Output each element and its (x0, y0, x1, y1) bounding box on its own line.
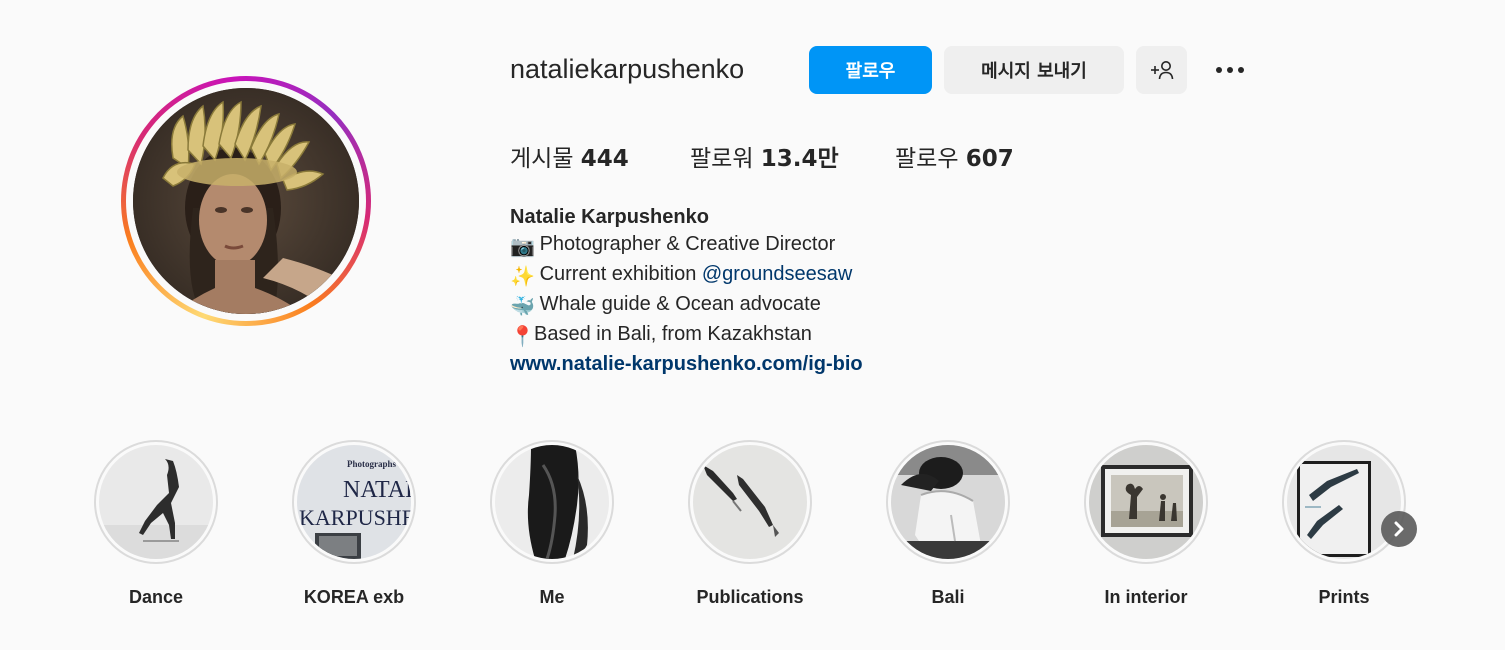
profile-username: nataliekarpushenko (510, 54, 745, 84)
follow-button[interactable]: 팔로우 (809, 46, 932, 94)
story-highlight[interactable]: Me (472, 440, 632, 608)
highlight-cover (891, 445, 1005, 559)
highlight-cover (99, 445, 213, 559)
profile-avatar (133, 88, 359, 314)
highlight-label: Prints (1318, 587, 1370, 607)
sparkles-icon: ✨ (510, 266, 535, 288)
highlight-label: Me (539, 587, 565, 607)
story-highlight[interactable]: Dance (76, 440, 236, 608)
highlights-next-button[interactable] (1381, 511, 1417, 547)
highlight-cover (1287, 445, 1401, 559)
whale-icon: 🐳 (510, 296, 535, 318)
bio-website-link[interactable]: www.natalie-karpushenko.com/ig-bio (510, 351, 863, 378)
highlight-label: Dance (128, 587, 184, 607)
bio-line: ✨ Current exhibition @groundseesaw (510, 261, 863, 291)
camera-icon: 📷 (510, 236, 535, 258)
bio-line: 🐳 Whale guide & Ocean advocate (510, 291, 863, 321)
following-count[interactable]: 팔로우 607 (895, 139, 1014, 173)
bio-line: 📍Based in Bali, from Kazakhstan (510, 321, 863, 351)
svg-text:NATALIE: NATALIE (343, 477, 411, 503)
bio-full-name: Natalie Karpushenko (510, 206, 709, 228)
add-user-icon (1150, 61, 1173, 80)
profile-avatar-story-ring[interactable] (121, 76, 371, 326)
story-highlight[interactable]: Publications (670, 440, 830, 608)
posts-count: 게시물 444 (510, 146, 629, 172)
highlight-label: In interior (1104, 587, 1188, 607)
highlight-label: KOREA exb (303, 587, 405, 607)
suggested-accounts-button[interactable] (1136, 46, 1187, 94)
story-highlight[interactable]: Photographs by NATALIE KARPUSHEN KOREA e… (274, 440, 434, 608)
bio-mention-link[interactable]: @groundseesaw (702, 263, 852, 285)
story-highlight[interactable]: In interior (1066, 440, 1226, 608)
bio-line: 📷 Photographer & Creative Director (510, 231, 863, 261)
highlight-label: Publications (696, 587, 804, 607)
pin-icon: 📍 (510, 326, 535, 348)
highlight-cover (693, 445, 807, 559)
profile-bio: Natalie Karpushenko 📷 Photographer & Cre… (510, 204, 863, 378)
story-highlight[interactable]: Bali (868, 440, 1028, 608)
svg-text:KARPUSHEN: KARPUSHEN (299, 505, 411, 530)
highlight-cover: Photographs by NATALIE KARPUSHEN (297, 445, 411, 559)
chevron-right-icon (1394, 521, 1404, 537)
send-message-button[interactable]: 메시지 보내기 (944, 46, 1124, 94)
profile-page: nataliekarpushenko 팔로우 메시지 보내기 게시물 444 팔… (0, 0, 1505, 650)
highlight-label: Bali (931, 587, 965, 607)
svg-text:Photographs by: Photographs by (347, 459, 408, 469)
followers-count[interactable]: 팔로워 13.4만 (690, 139, 839, 173)
highlight-cover (495, 445, 609, 559)
more-options-icon[interactable] (1208, 54, 1252, 86)
highlight-cover (1089, 445, 1203, 559)
